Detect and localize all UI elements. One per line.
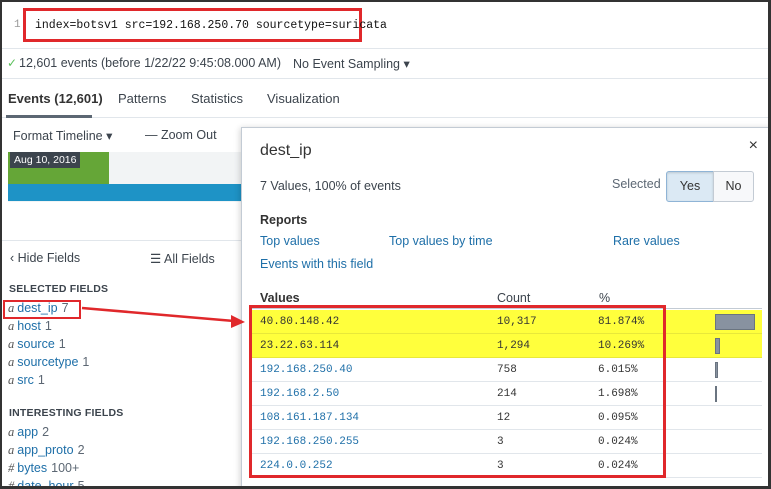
close-icon[interactable]: ×: [749, 137, 758, 155]
field-count: 5: [77, 479, 85, 489]
active-tab-indicator: [6, 115, 92, 118]
reports-heading: Reports: [260, 213, 308, 227]
field-name: app: [17, 425, 39, 439]
field-name: source: [17, 337, 55, 351]
field-count: 1: [37, 373, 45, 387]
events-with-field-link[interactable]: Events with this field: [260, 257, 373, 271]
percent-bar: [715, 386, 717, 402]
field-name: app_proto: [17, 443, 74, 457]
event-count-text: 12,601 events (before 1/22/22 9:45:08.00…: [19, 56, 281, 70]
dest-ip-annotation-box: [3, 300, 81, 319]
search-bar: 1 index=botsv1 src=192.168.250.70 source…: [2, 2, 768, 49]
percent-bar: [715, 362, 718, 378]
count-column-header: Count: [497, 291, 531, 305]
hide-fields-button[interactable]: ‹ Hide Fields: [10, 251, 80, 265]
string-type-icon: a: [8, 425, 15, 439]
query-annotation-box: index=botsv1 src=192.168.250.70 sourcety…: [23, 8, 387, 42]
field-name: host: [17, 319, 41, 333]
number-type-icon: #: [8, 461, 15, 475]
number-type-icon: #: [8, 479, 15, 489]
selected-yes-button[interactable]: Yes: [666, 171, 714, 202]
field-host[interactable]: a host 1: [8, 319, 52, 334]
field-count: 100+: [51, 461, 80, 475]
field-sourcetype[interactable]: a sourcetype 1: [8, 355, 89, 370]
format-timeline-button[interactable]: Format Timeline ▾: [13, 128, 112, 143]
string-type-icon: a: [8, 443, 15, 457]
selected-label: Selected: [612, 177, 661, 191]
selected-fields-heading: SELECTED FIELDS: [9, 283, 109, 295]
field-count: 1: [82, 355, 90, 369]
line-number: 1: [14, 19, 21, 31]
string-type-icon: a: [8, 355, 15, 369]
percent-bar: [715, 314, 755, 330]
field-count: 2: [42, 425, 50, 439]
string-type-icon: a: [8, 337, 15, 351]
timeline-toolbar: Format Timeline ▾ — Zoom Out: [2, 119, 242, 149]
results-tabs: Events (12,601) Patterns Statistics Visu…: [2, 80, 768, 118]
string-type-icon: a: [8, 373, 15, 387]
field-bytes[interactable]: # bytes 100+: [8, 461, 79, 476]
field-name: date_hour: [17, 479, 74, 489]
values-column-header: Values: [260, 291, 300, 305]
selected-no-button[interactable]: No: [713, 171, 754, 202]
values-annotation-box: [249, 305, 666, 478]
field-count: 1: [44, 319, 52, 333]
tab-patterns[interactable]: Patterns: [118, 91, 166, 106]
search-query-input[interactable]: index=botsv1 src=192.168.250.70 sourcety…: [35, 19, 387, 32]
field-name: src: [17, 373, 34, 387]
all-fields-button[interactable]: ☰ All Fields: [150, 251, 215, 266]
tab-events[interactable]: Events (12,601): [8, 91, 103, 106]
field-name: sourcetype: [17, 355, 79, 369]
percent-bar: [715, 338, 720, 354]
percent-column-header: %: [599, 291, 611, 305]
screenshot-frame: 1 index=botsv1 src=192.168.250.70 source…: [0, 0, 771, 489]
tab-statistics[interactable]: Statistics: [191, 91, 243, 106]
string-type-icon: a: [8, 319, 15, 333]
field-src[interactable]: a src 1: [8, 373, 45, 388]
timeline-bar: [8, 184, 242, 201]
fields-sidebar: ‹ Hide Fields ☰ All Fields SELECTED FIEL…: [2, 240, 242, 489]
tab-visualization[interactable]: Visualization: [267, 91, 340, 106]
field-app[interactable]: a app 2: [8, 425, 49, 440]
status-line: ✓ 12,601 events (before 1/22/22 9:45:08.…: [2, 49, 768, 79]
field-source[interactable]: a source 1: [8, 337, 66, 352]
sidebar-divider: [2, 240, 242, 241]
timeline-date-label: Aug 10, 2016: [10, 152, 81, 168]
interesting-fields-heading: INTERESTING FIELDS: [9, 407, 124, 419]
field-count: 1: [58, 337, 66, 351]
field-app-proto[interactable]: a app_proto 2: [8, 443, 85, 458]
zoom-out-button[interactable]: — Zoom Out: [145, 128, 217, 142]
field-count: 2: [77, 443, 85, 457]
field-name: bytes: [17, 461, 48, 475]
timeline-chart[interactable]: Aug 10, 2016: [8, 152, 242, 202]
event-sampling-dropdown[interactable]: No Event Sampling ▾: [293, 56, 410, 71]
rare-values-link[interactable]: Rare values: [613, 234, 680, 248]
panel-subtitle: 7 Values, 100% of events: [260, 179, 401, 193]
field-date-hour[interactable]: # date_hour 5: [8, 479, 85, 489]
top-values-link[interactable]: Top values: [260, 234, 320, 248]
panel-title: dest_ip: [260, 142, 312, 159]
top-values-by-time-link[interactable]: Top values by time: [389, 234, 493, 248]
success-check-icon: ✓: [7, 56, 18, 70]
